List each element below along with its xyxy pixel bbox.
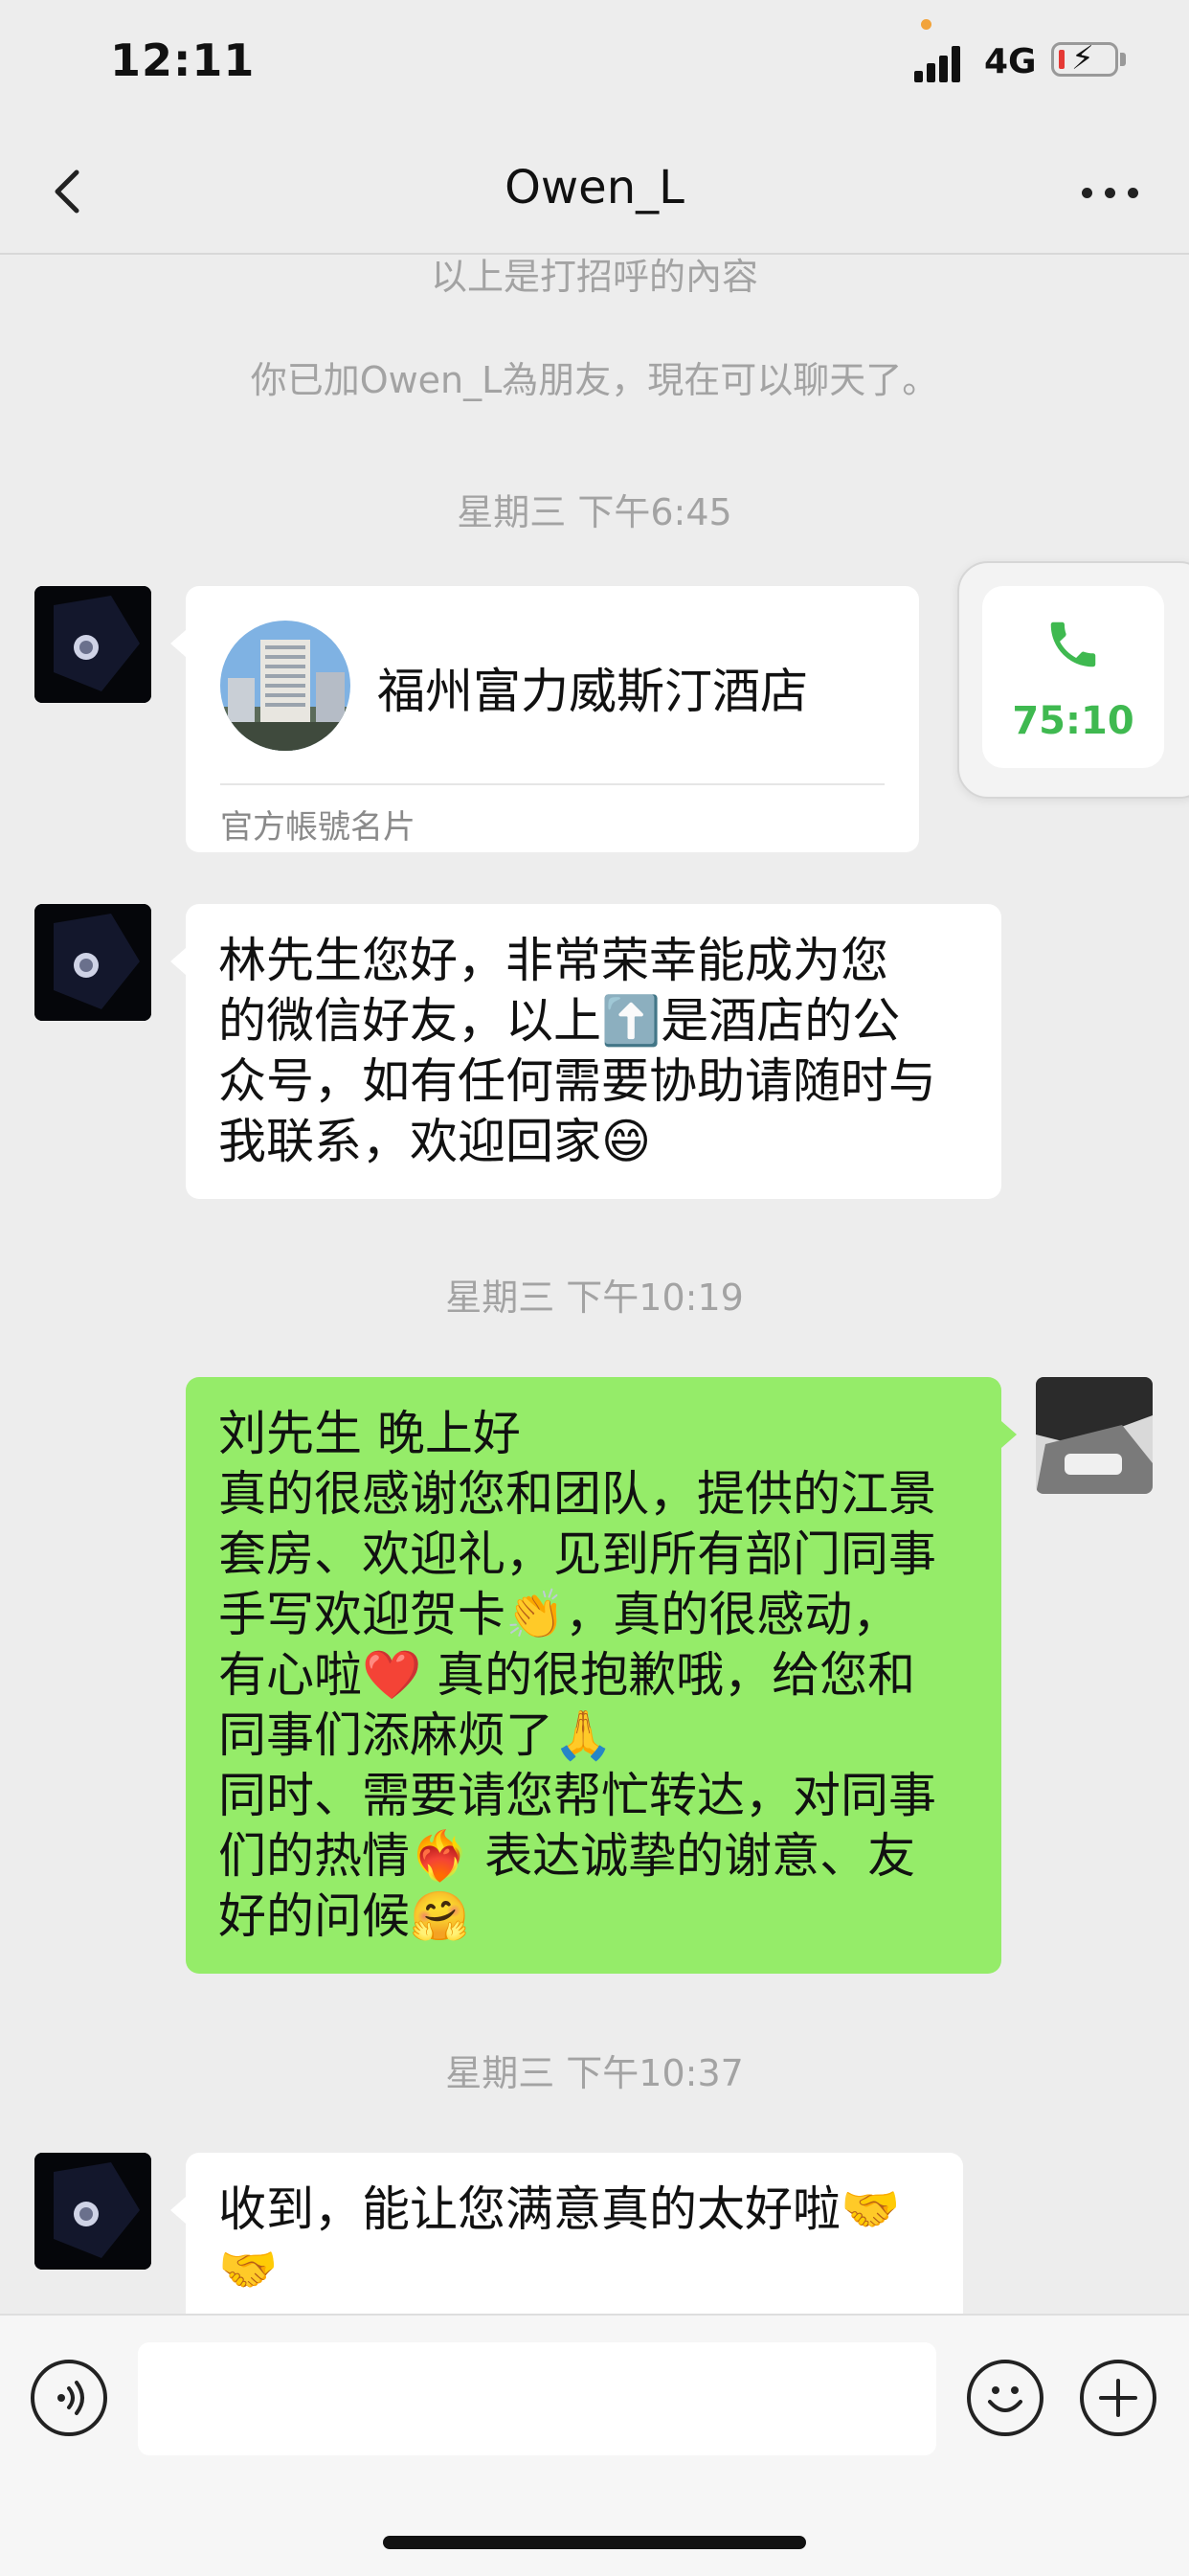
timestamp: 星期三 下午10:37: [445, 2052, 744, 2094]
official-account-card[interactable]: 福州富力威斯汀酒店 官方帳號名片: [170, 586, 919, 852]
contact-avatar[interactable]: [34, 586, 151, 703]
phone-icon: [1050, 621, 1096, 667]
message-text: 林先生您好，非常荣幸能成为您 的微信好友，以上⬆️是酒店的公 众号，如有任何需要…: [218, 933, 936, 1169]
card-divider: [220, 783, 885, 785]
message-text: 刘先生 晚上好 真的很感谢您和团队，提供的江景 套房、欢迎礼，见到所有部门同事 …: [218, 1406, 936, 1944]
battery-icon: ⚡: [1051, 39, 1118, 78]
contact-avatar[interactable]: [34, 2153, 151, 2270]
network-type: 4G: [984, 42, 1037, 81]
more-icon[interactable]: [1072, 172, 1149, 211]
message-input[interactable]: [138, 2342, 936, 2455]
signal-icon: [914, 46, 964, 82]
home-indicator[interactable]: [383, 2536, 806, 2549]
timestamp: 星期三 下午6:45: [457, 491, 732, 533]
timestamp: 星期三 下午10:19: [445, 1277, 744, 1319]
status-time: 12:11: [110, 34, 256, 86]
add-more-icon[interactable]: [1080, 2360, 1156, 2436]
chat-title: Owen_L: [505, 161, 684, 215]
system-message: 以上是打招呼的內容: [430, 256, 758, 298]
voice-input-icon[interactable]: [31, 2360, 107, 2436]
card-name: 福州富力威斯汀酒店: [377, 664, 808, 719]
call-duration: 75:10: [1012, 699, 1134, 743]
received-message[interactable]: 林先生您好，非常荣幸能成为您 的微信好友，以上⬆️是酒店的公 众号，如有任何需要…: [170, 904, 1001, 1199]
self-avatar[interactable]: [1036, 1377, 1153, 1494]
privacy-indicator-dot: [921, 19, 931, 30]
received-message[interactable]: 收到，能让您满意真的太好啦🤝 🤝: [170, 2153, 963, 2314]
hotel-photo: [220, 621, 350, 751]
floating-call-window[interactable]: 75:10: [957, 561, 1189, 799]
card-label: 官方帳號名片: [220, 808, 415, 847]
emoji-icon[interactable]: [967, 2360, 1043, 2436]
contact-avatar[interactable]: [34, 904, 151, 1021]
chat-header: Owen_L: [0, 134, 1189, 255]
message-text: 收到，能让您满意真的太好啦🤝 🤝: [218, 2181, 901, 2297]
status-bar: 12:11 4G ⚡: [0, 0, 1189, 134]
system-message: 你已加Owen_L為朋友，現在可以聊天了。: [250, 359, 939, 401]
sent-message[interactable]: 刘先生 晚上好 真的很感谢您和团队，提供的江景 套房、欢迎礼，见到所有部门同事 …: [186, 1377, 1017, 1974]
battery-cap: [1120, 53, 1126, 66]
